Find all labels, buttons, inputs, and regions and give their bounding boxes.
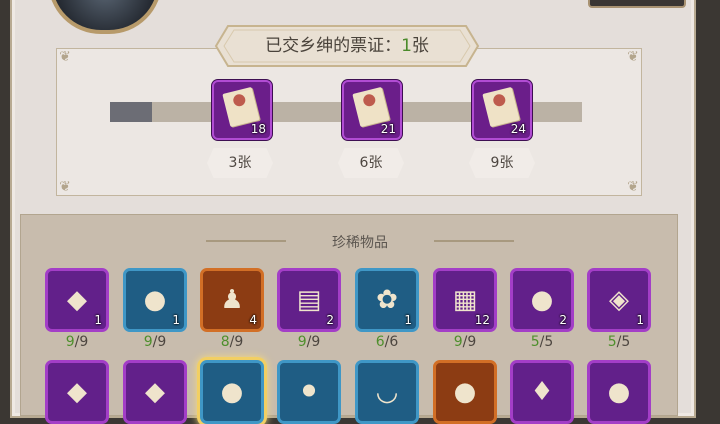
dark-ore-icon: ◆: [145, 377, 165, 407]
banner-text: 已交乡绅的票证：1张: [214, 24, 480, 68]
item-slot[interactable]: ◆ 1: [45, 268, 109, 332]
red-pearl-icon: ●: [220, 377, 244, 407]
scroll-ticket-icon: 18: [212, 80, 272, 140]
item-max: 9: [157, 334, 167, 350]
item-slot[interactable]: ♦: [510, 360, 574, 424]
ruby-orb-icon: ●: [607, 377, 631, 407]
item-slot[interactable]: ● 2: [510, 268, 574, 332]
item-have: 8: [220, 334, 230, 350]
top-right-button[interactable]: [588, 0, 686, 8]
item-count: 4: [249, 313, 257, 327]
item-have: 6: [375, 334, 385, 350]
red-ore-icon: ◆: [67, 377, 87, 407]
item-slot[interactable]: ◆: [123, 360, 187, 424]
item-slot[interactable]: ●: [433, 360, 497, 424]
milestone-threshold-2: 6张: [338, 148, 404, 178]
item-slot[interactable]: ◆: [45, 360, 109, 424]
reward-count: 21: [380, 122, 396, 136]
submitted-tickets-banner: 已交乡绅的票证：1张: [214, 24, 480, 68]
corner-ornament: ❦: [59, 179, 71, 195]
item-collection-progress: 8/9: [200, 334, 264, 350]
amber-orb-icon: ●: [453, 377, 477, 407]
item-max: 9: [234, 334, 244, 350]
reward-count: 18: [250, 122, 266, 136]
item-slot[interactable]: ✿ 1: [355, 268, 419, 332]
scroll-ticket-icon: 21: [342, 80, 402, 140]
item-collection-progress: 9/9: [277, 334, 341, 350]
pouch-icon: ♦: [530, 377, 554, 407]
item-max: 5: [544, 334, 554, 350]
item-have: 9: [453, 334, 463, 350]
item-max: 6: [389, 334, 399, 350]
item-have: 9: [65, 334, 75, 350]
item-slot[interactable]: ◈ 1: [587, 268, 651, 332]
item-collection-progress: 5/5: [510, 334, 574, 350]
item-have: 5: [607, 334, 617, 350]
item-count: 2: [559, 313, 567, 327]
item-have: 9: [297, 334, 307, 350]
reward-count: 24: [510, 122, 526, 136]
item-have: 5: [530, 334, 540, 350]
item-count: 1: [636, 313, 644, 327]
rare-items-title: 珍稀物品: [332, 235, 388, 251]
milestone-reward-2[interactable]: 21: [342, 80, 402, 140]
ticket-count: 1: [401, 36, 412, 56]
item-count: 1: [172, 313, 180, 327]
item-max: 9: [79, 334, 89, 350]
banner-label: 已交乡绅的票证：: [265, 36, 402, 56]
milestone-reward-3[interactable]: 24: [472, 80, 532, 140]
progress-fill: [110, 102, 152, 122]
item-slot[interactable]: ▤ 2: [277, 268, 341, 332]
corner-ornament: ❦: [627, 179, 639, 195]
item-slot[interactable]: ⚫: [277, 360, 341, 424]
item-slot[interactable]: ●: [200, 360, 264, 424]
milestone-threshold-1: 3张: [207, 148, 273, 178]
milestone-threshold-3: 9张: [469, 148, 535, 178]
item-max: 9: [311, 334, 321, 350]
item-max: 9: [467, 334, 477, 350]
item-count: 2: [326, 313, 334, 327]
corner-ornament: ❦: [627, 49, 639, 65]
item-collection-progress: 9/9: [123, 334, 187, 350]
item-slot[interactable]: ◡: [355, 360, 419, 424]
item-slot[interactable]: ●: [587, 360, 651, 424]
jade-bowl-icon: ◡: [375, 377, 399, 407]
item-max: 5: [621, 334, 631, 350]
item-collection-progress: 9/9: [45, 334, 109, 350]
item-slot[interactable]: ● 1: [123, 268, 187, 332]
corner-ornament: ❦: [59, 49, 71, 65]
milestone-reward-1[interactable]: 18: [212, 80, 272, 140]
item-slot[interactable]: ♟ 4: [200, 268, 264, 332]
item-slot[interactable]: ▦ 12: [433, 268, 497, 332]
ticket-unit: 张: [411, 36, 429, 56]
scroll-ticket-icon: 24: [472, 80, 532, 140]
item-collection-progress: 5/5: [587, 334, 651, 350]
item-count: 1: [404, 313, 412, 327]
item-have: 9: [143, 334, 153, 350]
go-stones-icon: ⚫: [298, 377, 320, 407]
item-count: 12: [474, 313, 490, 327]
item-collection-progress: 6/6: [355, 334, 419, 350]
item-collection-progress: 9/9: [433, 334, 497, 350]
item-count: 1: [94, 313, 102, 327]
